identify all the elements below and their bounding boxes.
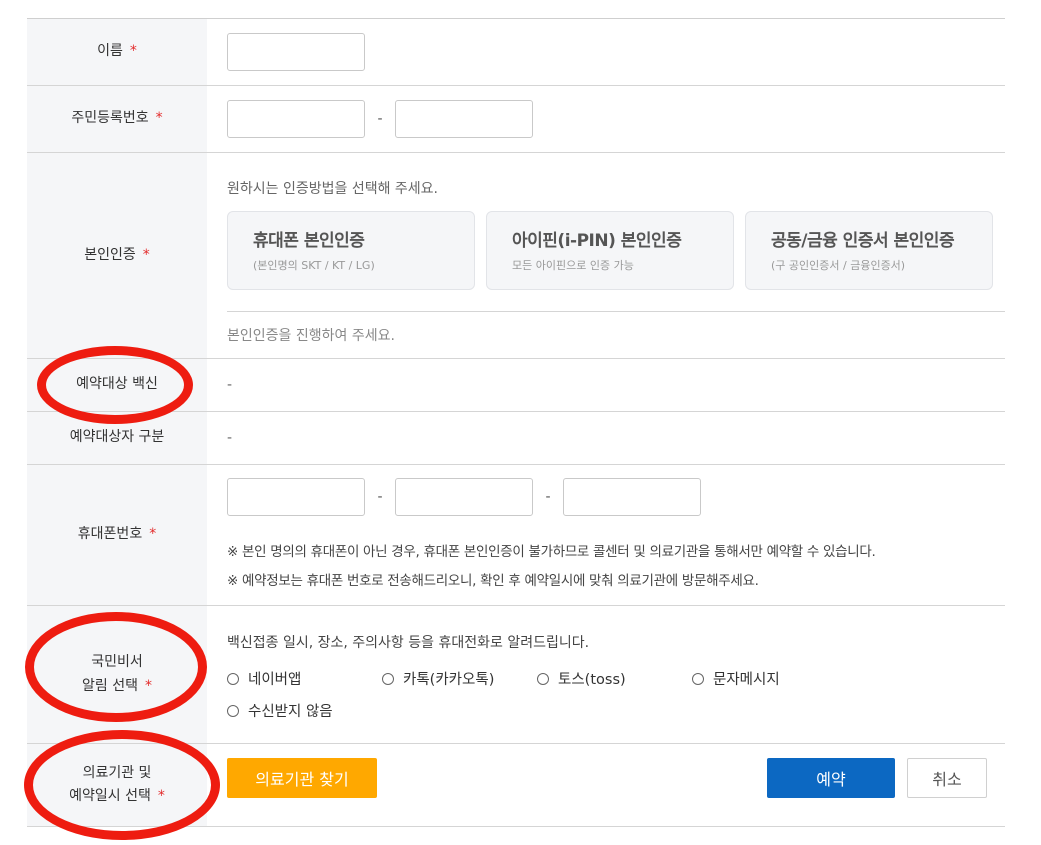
radio-circle-icon xyxy=(537,672,549,685)
clinic-label: 의료기관 및 예약일시 선택 * xyxy=(27,744,207,826)
reserve-button[interactable]: 예약 xyxy=(767,758,895,798)
auth-option-ipin[interactable]: 아이핀(i-PIN) 본인인증 모든 아이핀으로 인증 가능 xyxy=(486,211,734,290)
phone-label: 휴대폰번호 * xyxy=(27,465,207,605)
target-type-row: 예약대상자 구분 - xyxy=(27,412,1005,465)
rrn-front-input[interactable] xyxy=(227,100,365,138)
rrn-row: 주민등록번호 * - xyxy=(27,86,1005,153)
auth-status-text: 본인인증을 진행하여 주세요. xyxy=(227,311,1005,345)
radio-kakaotalk[interactable]: 카톡(카카오톡) xyxy=(382,668,494,689)
phone-row: 휴대폰번호 * - - ※ 본인 명의의 휴대폰이 아닌 경우, 휴대폰 본인인증… xyxy=(27,465,1005,606)
auth-option-certificate[interactable]: 공동/금융 인증서 본인인증 (구 공인인증서 / 금융인증서) xyxy=(745,211,993,290)
required-mark: * xyxy=(142,246,150,263)
reservation-form: 이름 * 주민등록번호 * - 본인인증 * 원하시는 인증방법을 선택해 주세요. … xyxy=(27,18,1005,827)
auth-options: 휴대폰 본인인증 (본인명의 SKT / KT / LG) 아이핀(i-PIN)… xyxy=(227,211,1005,290)
radio-sms[interactable]: 문자메시지 xyxy=(692,668,780,689)
phone-last-input[interactable] xyxy=(563,478,701,516)
radio-naver[interactable]: 네이버앱 xyxy=(227,668,301,689)
required-mark: * xyxy=(144,677,152,694)
vaccine-label: 예약대상 백신 xyxy=(27,359,207,411)
radio-toss[interactable]: 토스(toss) xyxy=(537,668,626,689)
auth-instruction: 원하시는 인증방법을 선택해 주세요. xyxy=(227,181,438,197)
clinic-row: 의료기관 및 예약일시 선택 * 의료기관 찾기 예약 취소 xyxy=(27,744,1005,827)
required-mark: * xyxy=(155,110,163,127)
auth-option-phone[interactable]: 휴대폰 본인인증 (본인명의 SKT / KT / LG) xyxy=(227,211,475,290)
cancel-button[interactable]: 취소 xyxy=(907,758,987,798)
notify-label: 국민비서 알림 선택 * xyxy=(27,606,207,743)
auth-label: 본인인증 * xyxy=(27,153,207,358)
notify-description: 백신접종 일시, 장소, 주의사항 등을 휴대전화로 알려드립니다. xyxy=(227,635,590,651)
radio-circle-icon xyxy=(692,672,704,685)
phone-separator: - xyxy=(377,489,383,505)
notify-options: 네이버앱 카톡(카카오톡) 토스(toss) 문자메시지 수신받지 않음 xyxy=(227,668,1005,736)
name-input[interactable] xyxy=(227,33,365,71)
phone-prefix-input[interactable] xyxy=(227,478,365,516)
rrn-label: 주민등록번호 * xyxy=(27,86,207,152)
phone-separator: - xyxy=(545,489,551,505)
target-type-value: - xyxy=(227,430,233,446)
required-mark: * xyxy=(149,526,157,543)
find-clinic-button[interactable]: 의료기관 찾기 xyxy=(227,758,377,798)
target-type-label: 예약대상자 구분 xyxy=(27,412,207,464)
radio-circle-icon xyxy=(227,672,239,685)
radio-circle-icon xyxy=(227,704,239,717)
rrn-separator: - xyxy=(377,111,383,127)
phone-middle-input[interactable] xyxy=(395,478,533,516)
required-mark: * xyxy=(157,788,165,804)
phone-note: ※ 예약정보는 휴대폰 번호로 전송해드리오니, 확인 후 예약일시에 맞춰 의… xyxy=(227,573,759,589)
vaccine-value: - xyxy=(227,377,233,393)
name-label: 이름 * xyxy=(27,19,207,85)
auth-row: 본인인증 * 원하시는 인증방법을 선택해 주세요. 휴대폰 본인인증 (본인명의… xyxy=(27,153,1005,359)
rrn-back-input[interactable] xyxy=(395,100,533,138)
required-mark: * xyxy=(129,43,137,60)
name-row: 이름 * xyxy=(27,19,1005,86)
vaccine-row: 예약대상 백신 - xyxy=(27,359,1005,412)
radio-no-receive[interactable]: 수신받지 않음 xyxy=(227,700,333,721)
radio-circle-icon xyxy=(382,672,394,685)
phone-note: ※ 본인 명의의 휴대폰이 아닌 경우, 휴대폰 본인인증이 불가하므로 콜센터… xyxy=(227,544,876,560)
notify-row: 국민비서 알림 선택 * 백신접종 일시, 장소, 주의사항 등을 휴대전화로 알… xyxy=(27,606,1005,744)
